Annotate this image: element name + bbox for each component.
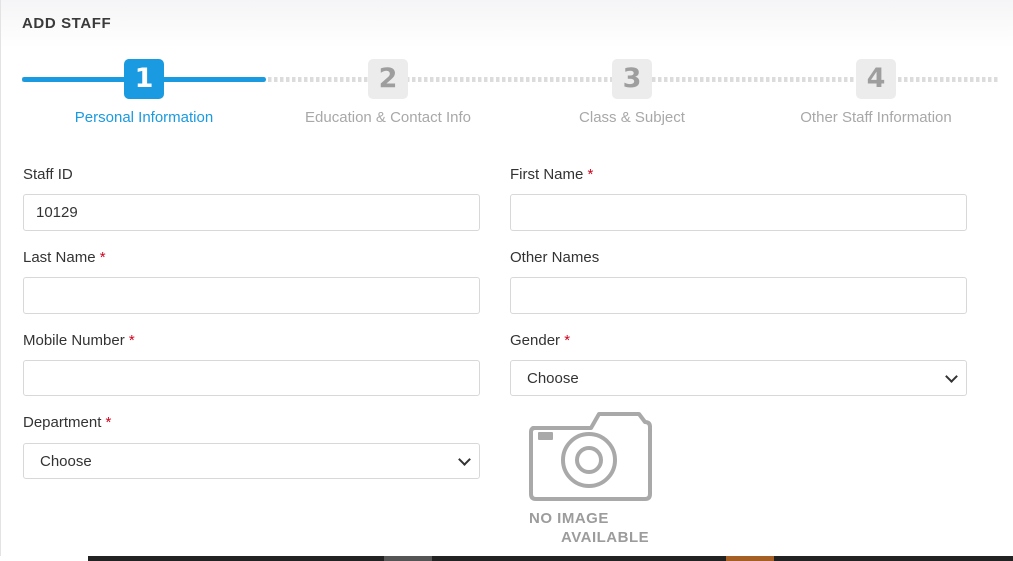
step-3-number[interactable]: 3 <box>612 59 652 99</box>
available-text: AVAILABLE <box>561 529 650 546</box>
mobile-number-input[interactable] <box>23 360 480 396</box>
first-name-input[interactable] <box>510 194 967 231</box>
step-1-label[interactable]: Personal Information <box>24 109 264 126</box>
gender-label: Gender * <box>510 332 570 349</box>
chevron-down-icon <box>945 369 958 383</box>
taskbar-strip <box>88 556 1013 561</box>
taskbar-segment <box>384 556 432 561</box>
department-label: Department * <box>23 414 111 431</box>
required-marker: * <box>99 249 106 266</box>
taskbar-segment <box>726 556 774 561</box>
staff-photo-placeholder[interactable]: NO IMAGE AVAILABLE <box>527 410 657 550</box>
no-image-text: NO IMAGE <box>529 510 609 527</box>
step-4-label[interactable]: Other Staff Information <box>756 109 996 126</box>
staff-id-input[interactable] <box>23 194 480 231</box>
gender-label-text: Gender <box>510 332 561 349</box>
department-selected-value: Choose <box>40 452 92 470</box>
required-marker: * <box>564 332 571 349</box>
add-staff-card: ADD STAFF 1 2 3 4 Personal Information E… <box>0 0 1013 556</box>
other-names-label: Other Names <box>510 249 599 266</box>
other-names-input[interactable] <box>510 277 967 314</box>
staff-id-label: Staff ID <box>23 166 73 183</box>
card-header <box>1 0 1013 48</box>
department-select[interactable]: Choose <box>23 443 480 479</box>
last-name-input[interactable] <box>23 277 480 314</box>
required-marker: * <box>587 166 594 183</box>
required-marker: * <box>105 414 112 431</box>
other-names-label-text: Other Names <box>510 249 600 266</box>
mobile-number-label: Mobile Number * <box>23 332 135 349</box>
first-name-label-text: First Name <box>510 166 584 183</box>
step-2-number[interactable]: 2 <box>368 59 408 99</box>
last-name-label: Last Name * <box>23 249 106 266</box>
camera-icon <box>529 412 652 501</box>
department-label-text: Department <box>23 414 102 431</box>
gender-selected-value: Choose <box>527 369 579 387</box>
step-2-label[interactable]: Education & Contact Info <box>268 109 508 126</box>
last-name-label-text: Last Name <box>23 249 96 266</box>
required-marker: * <box>128 332 135 349</box>
step-1-number[interactable]: 1 <box>124 59 164 99</box>
staff-id-label-text: Staff ID <box>23 166 73 183</box>
page-title: ADD STAFF <box>22 15 112 32</box>
first-name-label: First Name * <box>510 166 593 183</box>
chevron-down-icon <box>458 452 471 466</box>
step-3-label[interactable]: Class & Subject <box>512 109 752 126</box>
step-4-number[interactable]: 4 <box>856 59 896 99</box>
mobile-number-label-text: Mobile Number <box>23 332 125 349</box>
gender-select[interactable]: Choose <box>510 360 967 396</box>
